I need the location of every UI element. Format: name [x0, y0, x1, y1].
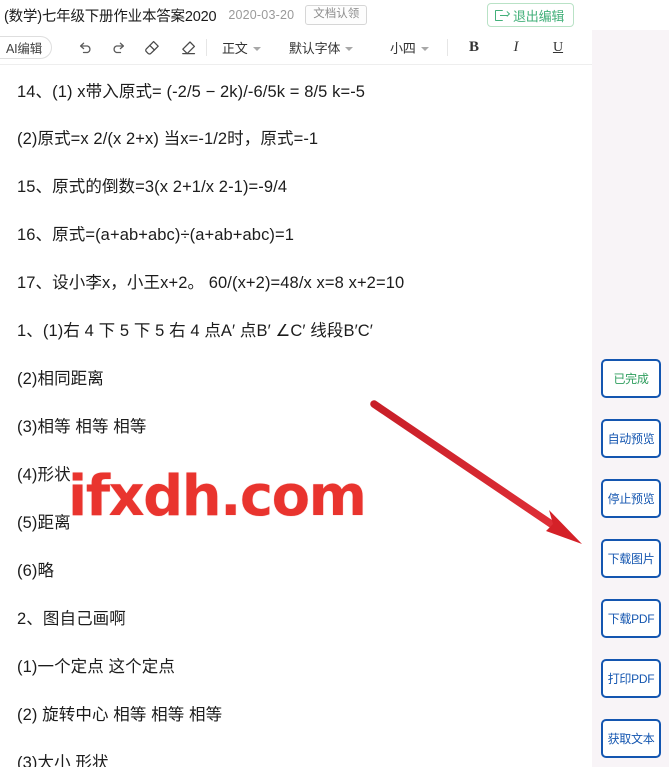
document-paragraph: (3)大小 形状: [17, 754, 109, 767]
document-paragraph: (5)距离: [17, 514, 71, 532]
auto-preview-button[interactable]: 自动预览: [601, 419, 661, 458]
bold-button[interactable]: B: [463, 30, 485, 65]
auto-preview-button-label: 自动预览: [607, 432, 655, 446]
print-pdf-button[interactable]: 打印PDF: [601, 659, 661, 698]
ai-edit-button[interactable]: AI编辑: [0, 36, 53, 59]
document-paragraph: (4)形状: [17, 466, 71, 484]
paragraph-style-dropdown[interactable]: 正文: [222, 30, 261, 65]
exit-edit-label: 退出编辑: [513, 8, 565, 24]
font-size-dropdown[interactable]: 小四: [390, 30, 429, 65]
completed-button[interactable]: 已完成: [601, 359, 661, 398]
get-text-button[interactable]: 获取文本: [601, 719, 661, 758]
font-size-value: 小四: [390, 41, 416, 56]
exit-edit-button[interactable]: 退出编辑: [487, 3, 575, 27]
document-paragraph: 1、(1)右 4 下 5 下 5 右 4 点A′ 点B′ ∠C′ 线段B′C′: [17, 322, 373, 340]
redo-icon[interactable]: [105, 30, 131, 65]
formatting-toolbar: AI编辑 正文 默认字体 小四 B I U: [0, 30, 669, 65]
exit-arrow-icon: [495, 9, 510, 22]
print-pdf-button-label: 打印PDF: [607, 672, 655, 686]
ai-edit-label: AI编辑: [6, 42, 43, 56]
document-paragraph: (1)一个定点 这个定点: [17, 658, 175, 676]
completed-button-label: 已完成: [613, 372, 649, 386]
document-canvas[interactable]: 14、(1) x带入原式= (-2/5 − 2k)/-6/5k = 8/5 k=…: [0, 66, 592, 767]
document-paragraph: 16、原式=(a+ab+abc)÷(a+ab+abc)=1: [17, 226, 295, 244]
download-image-button-label: 下载图片: [607, 552, 655, 566]
stop-preview-button[interactable]: 停止预览: [601, 479, 661, 518]
download-pdf-button-label: 下载PDF: [607, 612, 655, 626]
font-family-value: 默认字体: [289, 41, 341, 56]
document-claim-button[interactable]: 文档认领: [305, 4, 368, 26]
underline-button[interactable]: U: [547, 30, 569, 65]
paragraph-style-value: 正文: [222, 41, 248, 56]
document-paragraph: 2、图自己画啊: [17, 610, 126, 628]
document-paragraph: (2)相同距离: [17, 370, 104, 388]
format-painter-icon[interactable]: [139, 30, 165, 65]
action-sidebar: 已完成自动预览停止预览下载图片下载PDF 打印PDF 获取文本: [592, 30, 669, 767]
document-paragraph: 17、设小李x，小王x+2。 60/(x+2)=48/x x=8 x+2=10: [17, 274, 405, 292]
italic-button[interactable]: I: [505, 30, 527, 65]
clear-format-eraser-icon[interactable]: [175, 30, 201, 65]
download-image-button[interactable]: 下载图片: [601, 539, 661, 578]
site-watermark: ifxdh.com: [68, 464, 367, 529]
font-family-dropdown[interactable]: 默认字体: [289, 30, 354, 65]
document-paragraph: (6)略: [17, 562, 55, 580]
stop-preview-button-label: 停止预览: [607, 492, 655, 506]
chevron-down-icon: [345, 46, 354, 51]
document-date: 2020-03-20: [228, 8, 295, 22]
chevron-down-icon: [420, 46, 429, 51]
document-paragraph: 14、(1) x带入原式= (-2/5 − 2k)/-6/5k = 8/5 k=…: [17, 83, 366, 101]
download-pdf-button[interactable]: 下载PDF: [601, 599, 661, 638]
document-paragraph: 15、原式的倒数=3(x 2+1/x 2-1)=-9/4: [17, 178, 288, 196]
undo-icon[interactable]: [72, 30, 98, 65]
document-paragraph: (2) 旋转中心 相等 相等 相等: [17, 706, 223, 724]
document-editor-window: (数学)七年级下册作业本答案2020 2020-03-20 文档认领 退出编辑 …: [0, 0, 669, 767]
chevron-down-icon: [252, 46, 261, 51]
document-paragraph: (2)原式=x 2/(x 2+x) 当x=-1/2时，原式=-1: [17, 130, 319, 148]
document-paragraph: (3)相等 相等 相等: [17, 418, 147, 436]
get-text-button-label: 获取文本: [607, 732, 655, 746]
page-title: (数学)七年级下册作业本答案2020: [4, 8, 217, 25]
